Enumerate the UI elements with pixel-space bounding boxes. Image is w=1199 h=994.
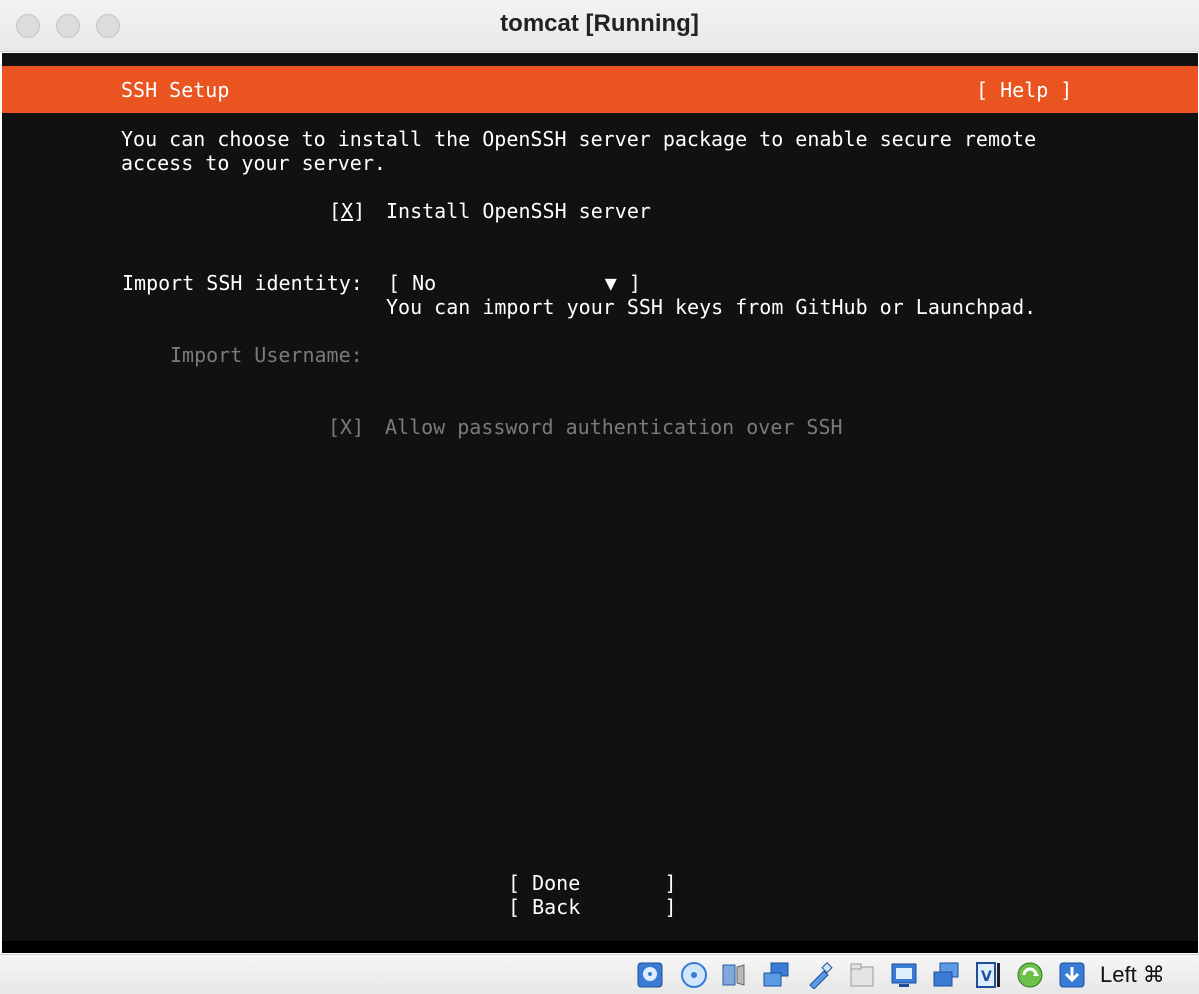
checkbox-check-mark: X: [341, 199, 354, 223]
back-button[interactable]: [ Back ]: [508, 895, 677, 919]
checkbox-open-bracket: [: [329, 199, 342, 223]
download-icon[interactable]: [1058, 961, 1086, 989]
rotate-icon[interactable]: [1016, 961, 1044, 989]
window-title: tomcat [Running]: [500, 10, 699, 37]
optical-drive-icon[interactable]: [680, 961, 708, 989]
vm-statusbar: V Left ⌘: [0, 954, 1199, 994]
import-identity-dropdown[interactable]: [ No ▼ ]: [388, 271, 641, 295]
allow-password-label: Allow password authentication over SSH: [385, 415, 843, 439]
done-button[interactable]: [ Done ]: [508, 871, 677, 895]
capture-icon[interactable]: [932, 961, 960, 989]
intro-text-line2: access to your server.: [121, 151, 386, 175]
usb-icon[interactable]: [806, 961, 834, 989]
intro-text-line1: You can choose to install the OpenSSH se…: [121, 127, 1037, 151]
window-titlebar: tomcat [Running]: [0, 0, 1199, 52]
page-title: SSH Setup: [121, 78, 230, 102]
display-icon[interactable]: [890, 961, 918, 989]
network-icon[interactable]: [762, 961, 790, 989]
import-identity-label: Import SSH identity:: [122, 271, 363, 295]
allow-password-checkbox: [X]: [328, 415, 365, 439]
host-key-indicator: Left ⌘: [1100, 962, 1165, 987]
virtualbox-icon[interactable]: V: [974, 961, 1002, 989]
install-openssh-checkbox[interactable]: [X]: [329, 199, 365, 223]
shared-folders-icon[interactable]: [848, 961, 876, 989]
import-identity-hint: You can import your SSH keys from GitHub…: [386, 295, 1037, 319]
vm-screen[interactable]: SSH Setup [ Help ] You can choose to ins…: [2, 53, 1198, 953]
checkbox-close-bracket: ]: [353, 199, 366, 223]
help-button[interactable]: [ Help ]: [976, 78, 1072, 102]
import-username-label: Import Username:: [170, 343, 363, 367]
install-openssh-label: Install OpenSSH server: [386, 199, 651, 223]
hard-disk-icon[interactable]: [636, 961, 664, 989]
screen-bottom-border: [2, 941, 1198, 953]
svg-text:V: V: [981, 969, 992, 985]
installer-header: SSH Setup [ Help ]: [2, 66, 1198, 113]
audio-icon[interactable]: [720, 961, 748, 989]
